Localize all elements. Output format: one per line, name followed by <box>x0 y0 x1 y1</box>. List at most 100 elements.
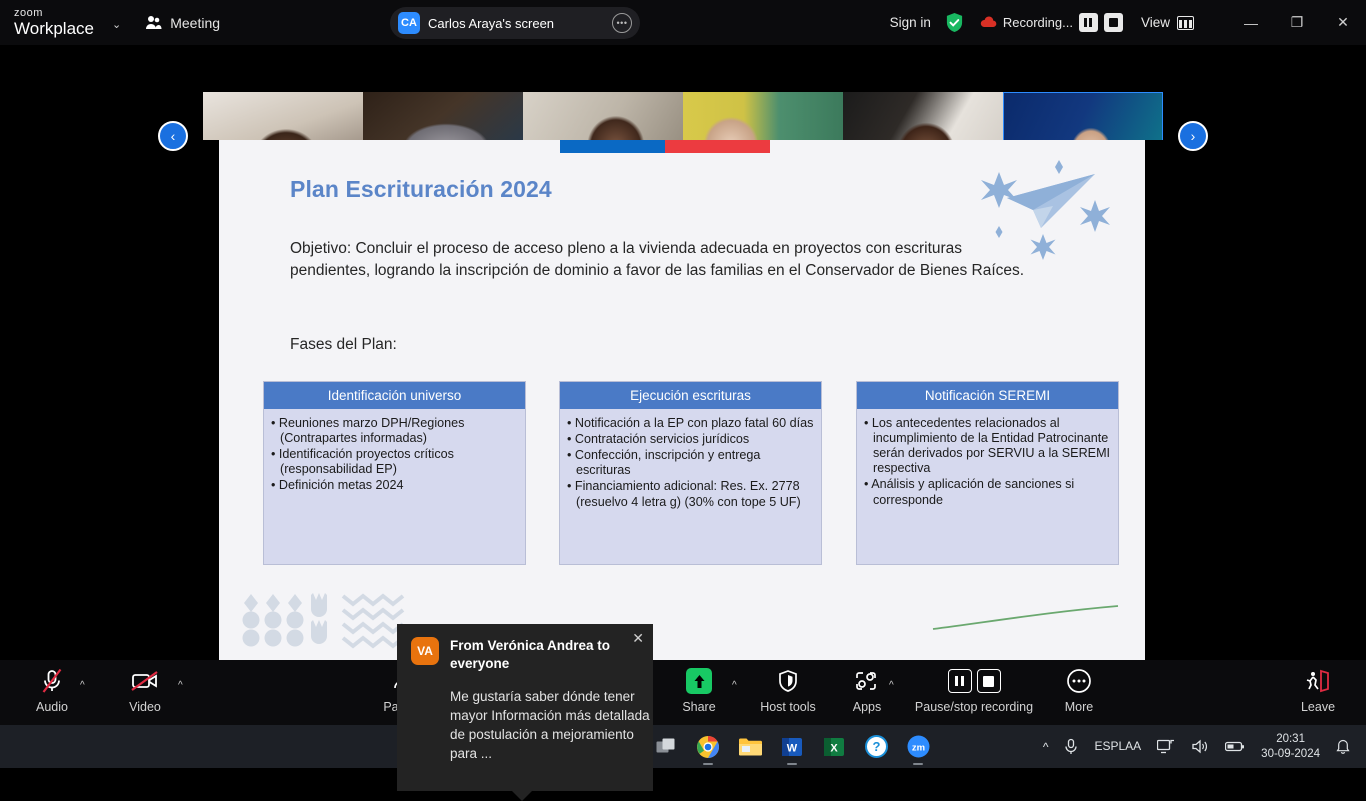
file-explorer-icon[interactable] <box>729 725 771 768</box>
recording-label: Recording... <box>1002 15 1073 30</box>
cloud-record-icon <box>980 16 997 28</box>
video-label: Video <box>129 700 161 714</box>
excel-icon[interactable]: X <box>813 725 855 768</box>
shared-screen-label: Carlos Araya's screen <box>428 15 555 31</box>
apps-options-chevron-icon[interactable]: ^ <box>889 680 894 691</box>
clock-date: 30-09-2024 <box>1261 747 1320 760</box>
recording-indicator: Recording... <box>980 13 1123 32</box>
workplace-wordmark: Workplace <box>14 19 94 38</box>
volume-icon[interactable] <box>1183 725 1217 768</box>
list-item: Notificación a la EP con plazo fatal 60 … <box>567 416 814 431</box>
share-label: Share <box>682 700 716 714</box>
recording-label: Pause/stop recording <box>914 700 1034 714</box>
more-options-icon[interactable]: ••• <box>612 13 632 33</box>
shared-screen-stage: Plan Escrituración 2024 Objetivo: Conclu… <box>0 140 1366 801</box>
pause-recording-button[interactable] <box>1078 13 1098 32</box>
slide-title: Plan Escrituración 2024 <box>290 176 552 202</box>
network-icon[interactable] <box>1149 725 1183 768</box>
people-icon <box>146 16 162 29</box>
zoom-app-icon[interactable]: zm <box>897 725 939 768</box>
phase-card-ejecucion: Ejecución escrituras Notificación a la E… <box>559 381 822 565</box>
video-button[interactable]: Video <box>106 666 184 714</box>
encryption-shield-icon[interactable] <box>945 12 964 33</box>
meeting-tab[interactable]: Meeting <box>145 15 220 31</box>
battery-icon[interactable] <box>1217 725 1253 768</box>
chat-notification-header: VA From Verónica Andrea to everyone <box>411 637 639 673</box>
notifications-bell-icon[interactable] <box>1328 725 1358 768</box>
share-screen-icon <box>686 666 712 696</box>
avatar: VA <box>411 637 439 665</box>
leave-label: Leave <box>1300 700 1336 714</box>
participant-filmstrip: ‹ › Ana Maria Donoso Pedro Allende <box>0 45 1366 182</box>
help-icon[interactable]: ? <box>855 725 897 768</box>
share-options-chevron-icon[interactable]: ^ <box>732 680 737 691</box>
chrome-icon[interactable] <box>687 725 729 768</box>
list-item: Contratación servicios jurídicos <box>567 432 814 447</box>
filmstrip-next-button[interactable]: › <box>1178 121 1208 151</box>
phase-card-header: Ejecución escrituras <box>560 382 821 409</box>
word-icon[interactable]: W <box>771 725 813 768</box>
keyboard-region: LAA <box>1118 738 1142 753</box>
show-hidden-icons-chevron-icon[interactable]: ^ <box>1035 725 1057 768</box>
title-bar-right-controls: Sign in Recording... View — ❐ ✕ <box>890 0 1366 45</box>
leave-button[interactable]: Leave <box>1279 666 1357 714</box>
zoom-workplace-logo: zoom Workplace <box>14 8 94 38</box>
more-label: More <box>1064 700 1094 714</box>
recording-controls[interactable]: Pause/stop recording <box>910 666 1038 714</box>
more-dots-icon <box>1066 666 1092 696</box>
recording-controls-icons <box>947 666 1001 696</box>
sign-in-button[interactable]: Sign in <box>890 15 931 30</box>
presentation-slide: Plan Escrituración 2024 Objetivo: Conclu… <box>219 140 1145 660</box>
zoom-meeting-toolbar: Audio ^ Video ^ 373 Participants ^ <box>0 660 1366 725</box>
svg-text:?: ? <box>872 739 880 754</box>
phase-card-bullets: Los antecedentes relacionados al incumpl… <box>857 409 1118 508</box>
slide-phases-label: Fases del Plan: <box>290 336 397 353</box>
more-button[interactable]: More <box>1040 666 1118 714</box>
view-label: View <box>1140 15 1170 30</box>
svg-text:X: X <box>830 742 838 754</box>
chat-notification-sender: From Verónica Andrea to everyone <box>450 638 611 671</box>
list-item: Definición metas 2024 <box>271 478 518 493</box>
keyboard-layout-indicator[interactable]: ESP LAA <box>1086 725 1149 768</box>
stop-recording-button[interactable] <box>1103 13 1123 32</box>
close-icon[interactable]: ✕ <box>632 631 644 645</box>
minimize-button[interactable]: — <box>1228 0 1274 45</box>
microphone-icon[interactable] <box>1056 725 1086 768</box>
restore-button[interactable]: ❐ <box>1274 0 1320 45</box>
svg-text:W: W <box>787 742 798 754</box>
chat-notification-toast[interactable]: ✕ VA From Verónica Andrea to everyone Me… <box>397 624 653 801</box>
chat-notification-message: Me gustaría saber dónde tener mayor Info… <box>450 688 650 762</box>
list-item: Reuniones marzo DPH/Regiones (Contrapart… <box>271 416 518 446</box>
phase-card-header: Notificación SEREMI <box>857 382 1118 409</box>
keyboard-language: ESP <box>1094 738 1119 753</box>
header-bar-red <box>665 140 770 153</box>
chevron-left-icon: ‹ <box>170 128 176 144</box>
pause-recording-button[interactable] <box>947 669 972 693</box>
shared-screen-pill[interactable]: CA Carlos Araya's screen ••• <box>390 7 640 39</box>
stop-recording-button[interactable] <box>976 669 1001 693</box>
phase-card-header: Identificación universo <box>264 382 525 409</box>
apps-icon <box>854 666 880 696</box>
layout-grid-icon <box>1177 15 1194 30</box>
mic-muted-icon <box>40 666 64 696</box>
share-button[interactable]: Share <box>660 666 738 714</box>
apps-button[interactable]: Apps <box>828 666 906 714</box>
host-tools-button[interactable]: Host tools <box>749 666 827 714</box>
audio-options-chevron-icon[interactable]: ^ <box>80 680 85 691</box>
host-tools-label: Host tools <box>760 700 816 714</box>
view-button[interactable]: View <box>1141 15 1194 30</box>
filmstrip-prev-button[interactable]: ‹ <box>158 121 188 151</box>
chevron-down-icon[interactable]: ⌄ <box>112 18 121 31</box>
clock-time: 20:31 <box>1276 733 1305 746</box>
system-tray: ^ ESP LAA 20:31 30-09-2024 <box>1035 725 1358 768</box>
clock[interactable]: 20:31 30-09-2024 <box>1253 732 1328 761</box>
slide-objective-text: Objetivo: Concluir el proceso de acceso … <box>290 240 1025 279</box>
video-options-chevron-icon[interactable]: ^ <box>178 680 183 691</box>
list-item: Los antecedentes relacionados al incumpl… <box>864 416 1111 476</box>
zoom-title-bar: zoom Workplace ⌄ Meeting CA Carlos Araya… <box>0 0 1366 45</box>
close-button[interactable]: ✕ <box>1320 0 1366 45</box>
svg-text:zm: zm <box>911 743 924 754</box>
chevron-right-icon: › <box>1190 128 1196 144</box>
list-item: Confección, inscripción y entrega escrit… <box>567 448 814 478</box>
toast-pointer <box>511 790 533 801</box>
